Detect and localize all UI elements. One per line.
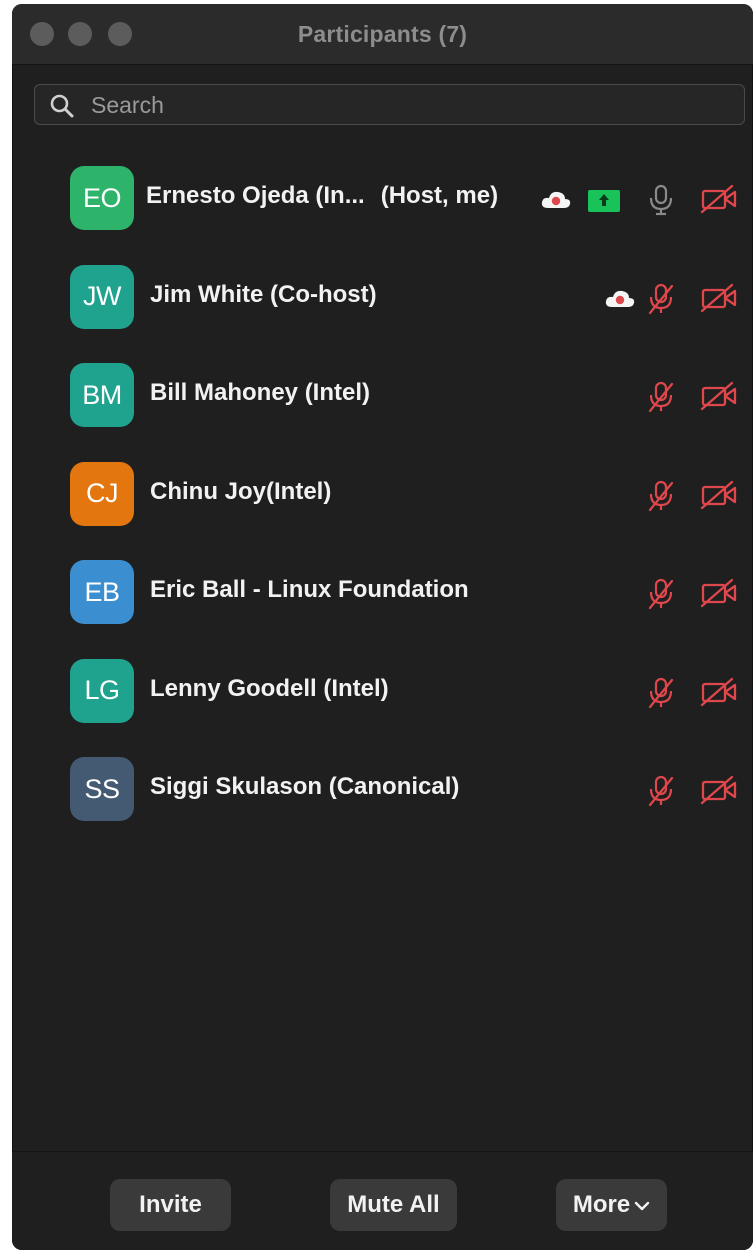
window-title: Participants (7) bbox=[297, 21, 468, 47]
mic-muted-icon[interactable] bbox=[644, 282, 678, 321]
participant-name-text: Jim White (Co-host) bbox=[150, 280, 377, 308]
avatar: EB bbox=[70, 560, 134, 624]
cloud-recording-icon bbox=[540, 190, 572, 215]
video-off-icon[interactable] bbox=[699, 183, 739, 220]
participant-name: Eric Ball - Linux Foundation bbox=[150, 576, 469, 604]
search-icon bbox=[50, 94, 74, 118]
mute-all-button-label: Mute All bbox=[347, 1191, 440, 1218]
mic-muted-icon[interactable] bbox=[644, 479, 678, 518]
video-off-icon[interactable] bbox=[699, 577, 739, 614]
participant-row[interactable]: BM Bill Mahoney (Intel) bbox=[12, 346, 753, 445]
participant-name: Lenny Goodell (Intel) bbox=[150, 675, 389, 703]
avatar: JW bbox=[70, 264, 134, 329]
mic-muted-icon[interactable] bbox=[644, 577, 678, 616]
participant-row[interactable]: LG Lenny Goodell (Intel) bbox=[12, 642, 753, 741]
participant-name-text: Eric Ball - Linux Foundation bbox=[150, 576, 469, 603]
share-screen-icon bbox=[587, 189, 621, 218]
invite-button[interactable]: Invite bbox=[110, 1179, 231, 1231]
video-off-icon[interactable] bbox=[699, 774, 739, 811]
participant-list: EO Ernesto Ojeda (In... (Host, me) JW Jim Wh… bbox=[12, 149, 753, 839]
mic-icon[interactable] bbox=[644, 183, 678, 222]
participant-name: Ernesto Ojeda (In... (Host, me) bbox=[146, 182, 498, 210]
title-bar[interactable]: Participants (7) bbox=[12, 4, 753, 65]
participant-name-text: Siggi Skulason (Canonical) bbox=[150, 773, 460, 800]
search-box[interactable] bbox=[34, 84, 745, 126]
footer-toolbar: Invite Mute All More bbox=[12, 1151, 753, 1250]
participant-name-text: Chinu Joy(Intel) bbox=[150, 477, 332, 505]
video-off-icon[interactable] bbox=[699, 479, 739, 516]
chevron-down-icon bbox=[634, 1201, 650, 1211]
more-button-label: More bbox=[572, 1191, 631, 1218]
avatar: EO bbox=[70, 166, 134, 230]
participant-name-text: Bill Mahoney (Intel) bbox=[150, 379, 371, 406]
invite-button-label: Invite bbox=[139, 1191, 202, 1218]
avatar: BM bbox=[70, 363, 134, 427]
participant-row[interactable]: EB Eric Ball - Linux Foundation bbox=[12, 543, 753, 642]
participant-name: Chinu Joy(Intel) bbox=[150, 478, 331, 506]
avatar: LG bbox=[70, 658, 134, 723]
mic-muted-icon[interactable] bbox=[644, 774, 678, 813]
participant-row[interactable]: SS Siggi Skulason (Canonical) bbox=[12, 740, 753, 839]
participant-name: Jim White (Co-host) bbox=[150, 281, 377, 309]
avatar: SS bbox=[70, 757, 134, 821]
more-button[interactable]: More bbox=[556, 1179, 667, 1231]
cloud-recording-icon bbox=[604, 289, 636, 314]
participant-row[interactable]: EO Ernesto Ojeda (In... (Host, me) bbox=[12, 149, 753, 248]
mic-muted-icon[interactable] bbox=[644, 676, 678, 715]
search-input[interactable] bbox=[89, 85, 733, 126]
participant-name: Siggi Skulason (Canonical) bbox=[150, 773, 459, 801]
participant-name-text: Ernesto Ojeda (In... bbox=[146, 182, 365, 209]
video-off-icon[interactable] bbox=[699, 676, 739, 713]
mute-all-button[interactable]: Mute All bbox=[330, 1179, 457, 1231]
video-off-icon[interactable] bbox=[699, 380, 739, 417]
participant-row[interactable]: JW Jim White (Co-host) bbox=[12, 248, 753, 347]
participants-window: Participants (7) EO Ernesto Ojeda (In... (… bbox=[12, 4, 753, 1250]
participant-row[interactable]: CJ Chinu Joy(Intel) bbox=[12, 445, 753, 544]
avatar: CJ bbox=[70, 461, 134, 526]
participant-role: (Host, me) bbox=[380, 182, 499, 209]
participant-name: Bill Mahoney (Intel) bbox=[150, 379, 370, 407]
participant-name-text: Lenny Goodell (Intel) bbox=[150, 674, 389, 702]
mic-muted-icon[interactable] bbox=[644, 380, 678, 419]
video-off-icon[interactable] bbox=[699, 282, 739, 319]
